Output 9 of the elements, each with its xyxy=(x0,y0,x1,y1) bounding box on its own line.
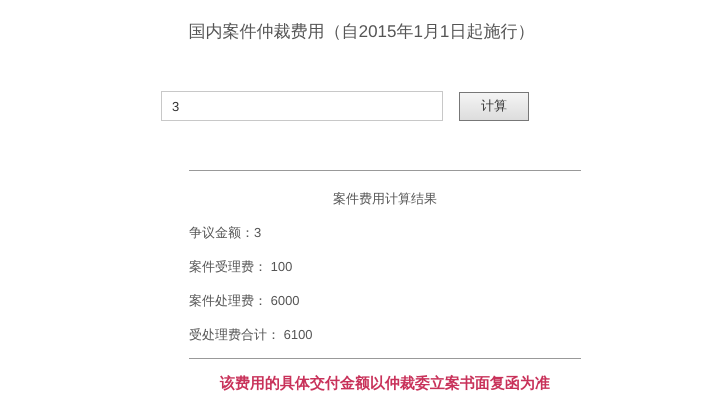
result-line: 案件受理费： 100 xyxy=(189,258,292,276)
page-title: 国内案件仲裁费用（自2015年1月1日起施行） xyxy=(188,21,534,43)
amount-input-field[interactable]: 3 xyxy=(161,91,443,121)
result-heading: 案件费用计算结果 xyxy=(333,190,437,208)
notice-text: 该费用的具体交付金额以仲裁委立案书面复函为准 xyxy=(220,374,550,394)
calculate-button[interactable]: 计算 xyxy=(459,92,529,120)
result-line: 受处理费合计： 6100 xyxy=(189,326,313,344)
result-line: 案件处理费： 6000 xyxy=(189,292,300,310)
result-line: 争议金额：3 xyxy=(189,224,262,242)
